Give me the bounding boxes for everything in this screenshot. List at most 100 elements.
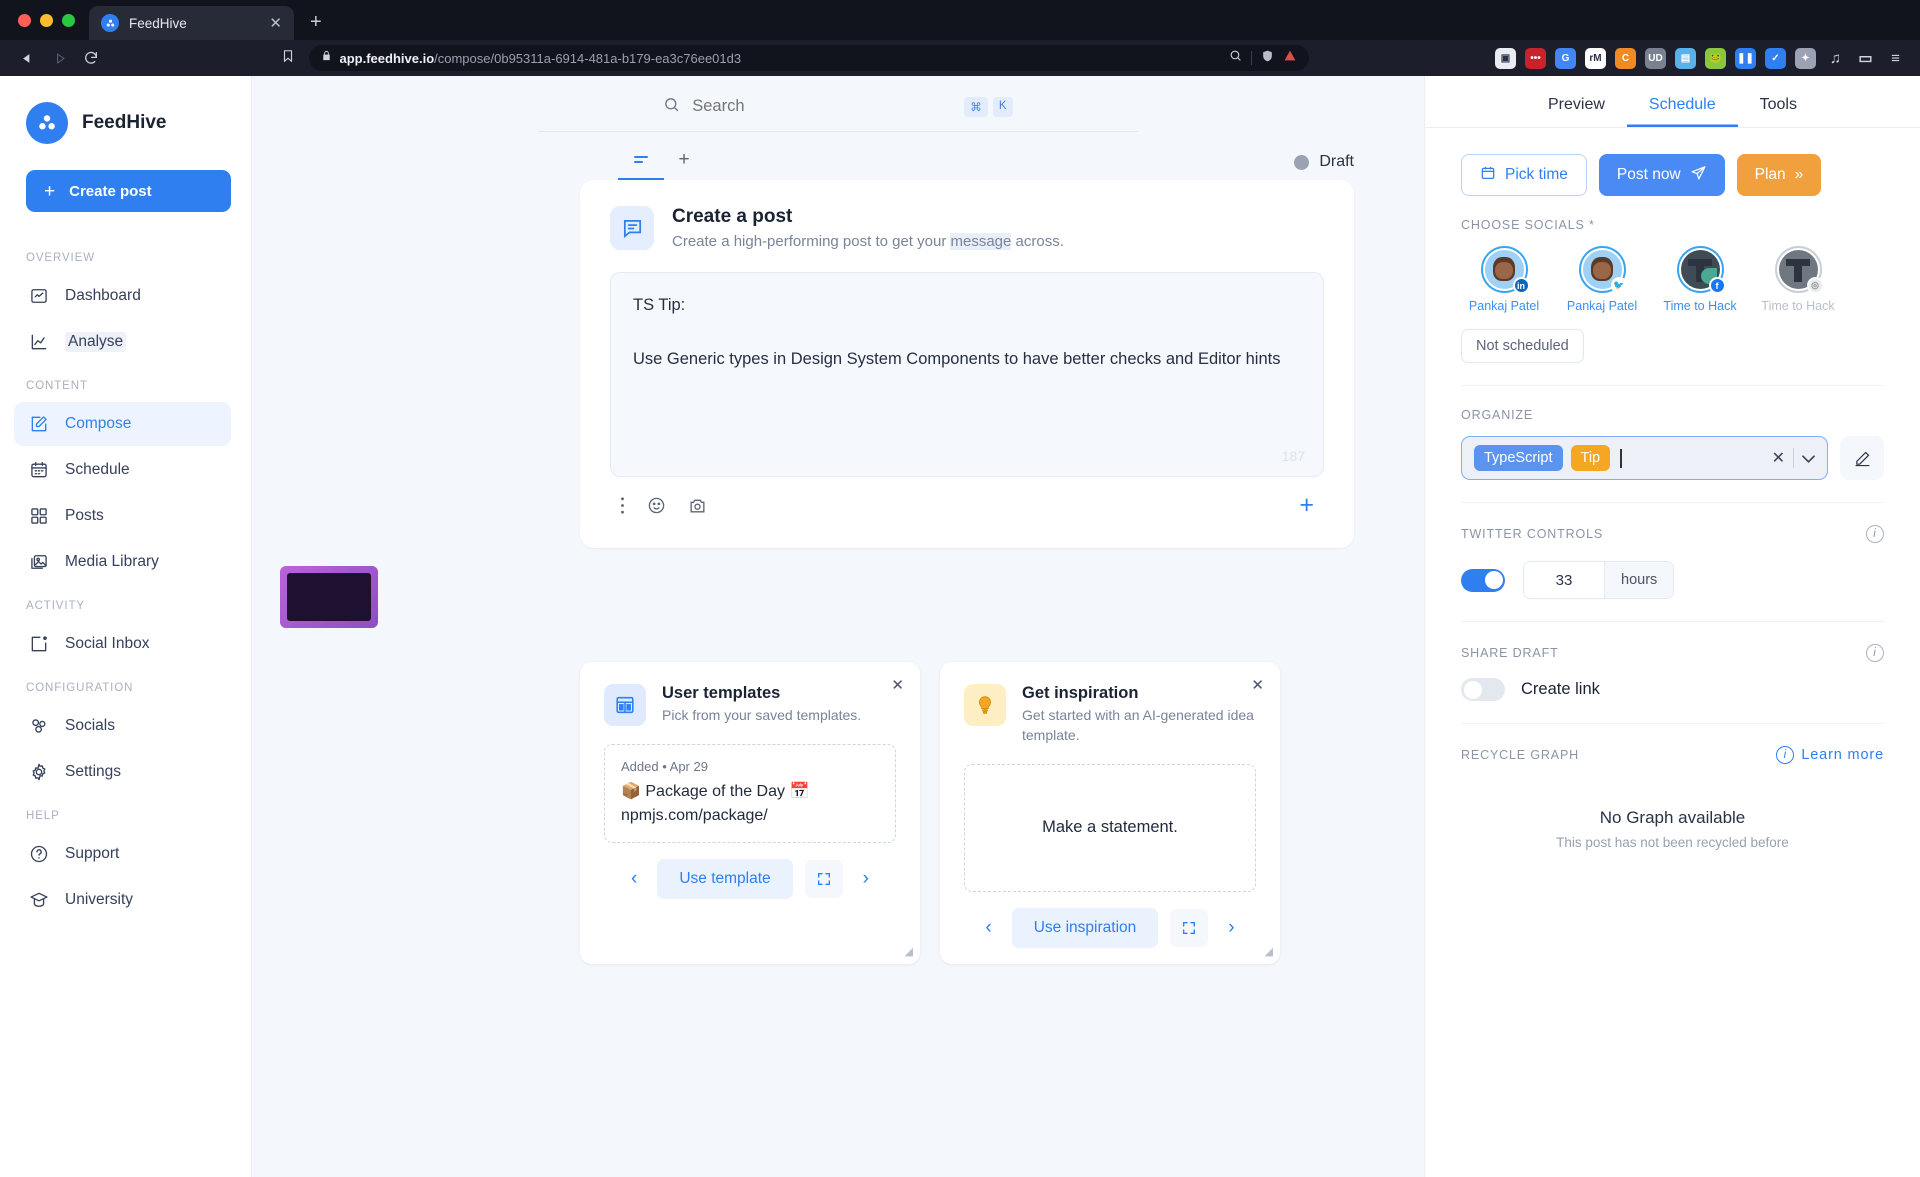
inspiration-preview[interactable]: Make a statement. bbox=[964, 763, 1256, 892]
use-inspiration-button[interactable]: Use inspiration bbox=[1011, 907, 1159, 948]
template-preview[interactable]: Added • Apr 29 📦 Package of the Day 📅 np… bbox=[604, 744, 896, 843]
editor-line-1: TS Tip: bbox=[633, 296, 686, 314]
sidebar-item-university[interactable]: University bbox=[14, 878, 231, 922]
puzzle-extensions-icon[interactable]: ✦ bbox=[1795, 47, 1816, 69]
c-extension-icon[interactable]: C bbox=[1615, 47, 1636, 69]
expand-icon[interactable] bbox=[1170, 908, 1209, 947]
panel-body: Pick time Post now Plan » CHOOSE SOCIALS… bbox=[1425, 128, 1920, 876]
sidebar-item-socials[interactable]: Socials bbox=[14, 704, 231, 748]
frog-extension-icon[interactable]: 🐸 bbox=[1705, 47, 1726, 69]
minimize-window-button[interactable] bbox=[40, 13, 53, 27]
tags-input[interactable]: TypeScript Tip ✕ bbox=[1461, 436, 1828, 480]
hours-input[interactable] bbox=[1524, 562, 1604, 598]
learn-more-link[interactable]: i Learn more bbox=[1776, 746, 1884, 764]
bookmark-icon[interactable] bbox=[281, 48, 295, 69]
prev-template-icon[interactable]: ‹ bbox=[623, 864, 645, 894]
get-inspiration-card: ✕ Get inspiration Get started with an AI… bbox=[940, 662, 1280, 964]
info-icon[interactable]: i bbox=[1866, 525, 1884, 543]
menu-icon[interactable]: ≡ bbox=[1885, 48, 1906, 69]
address-bar[interactable]: app.feedhive.io/compose/0b95311a-6914-48… bbox=[308, 45, 1309, 71]
next-inspiration-icon[interactable]: › bbox=[1220, 913, 1242, 943]
not-scheduled-badge[interactable]: Not scheduled bbox=[1461, 329, 1584, 363]
window-traffic-lights[interactable] bbox=[14, 0, 89, 40]
sidebar-item-social-inbox[interactable]: Social Inbox bbox=[14, 622, 231, 666]
image-icon[interactable] bbox=[688, 496, 707, 515]
sidebar-item-support[interactable]: Support bbox=[14, 832, 231, 876]
add-post-tab-button[interactable]: + bbox=[664, 140, 704, 180]
social-account-twitter[interactable]: 🐦 Pankaj Patel bbox=[1559, 246, 1645, 313]
search-input[interactable] bbox=[692, 97, 893, 116]
pause-extension-icon[interactable]: ❚❚ bbox=[1735, 47, 1756, 69]
prev-inspiration-icon[interactable]: ‹ bbox=[977, 913, 999, 943]
maximize-window-button[interactable] bbox=[62, 13, 75, 27]
warning-icon[interactable] bbox=[1283, 49, 1297, 67]
social-account-facebook[interactable]: f Time to Hack bbox=[1657, 246, 1743, 313]
close-icon[interactable]: ✕ bbox=[269, 16, 282, 31]
social-account-instagram[interactable]: ◎ Time to Hack bbox=[1755, 246, 1841, 313]
card-title: Get inspiration bbox=[1022, 684, 1139, 702]
emoji-icon[interactable] bbox=[647, 496, 666, 515]
use-template-button[interactable]: Use template bbox=[657, 859, 793, 899]
pick-time-button[interactable]: Pick time bbox=[1461, 154, 1587, 196]
shield-icon[interactable] bbox=[1261, 49, 1274, 68]
sidebar-item-posts[interactable]: Posts bbox=[14, 494, 231, 538]
playlist-icon[interactable]: ♫ bbox=[1825, 48, 1846, 69]
create-post-button[interactable]: + Create post bbox=[26, 170, 231, 212]
sidebar-item-media-library[interactable]: Media Library bbox=[14, 540, 231, 584]
global-search[interactable]: ⌘ K bbox=[538, 82, 1138, 132]
picture-in-picture-icon[interactable]: ▣ bbox=[1495, 47, 1516, 69]
google-translate-icon[interactable]: G bbox=[1555, 47, 1576, 69]
chevron-down-icon[interactable] bbox=[1802, 451, 1815, 466]
close-window-button[interactable] bbox=[18, 13, 31, 27]
resize-handle[interactable]: ◢ bbox=[1265, 945, 1273, 958]
kbd-k: K bbox=[992, 96, 1013, 117]
nav-group-title: CONTENT bbox=[26, 380, 88, 392]
next-template-icon[interactable]: › bbox=[855, 864, 877, 894]
tab-schedule[interactable]: Schedule bbox=[1627, 86, 1738, 127]
reload-icon[interactable] bbox=[78, 45, 104, 71]
expand-icon[interactable] bbox=[804, 860, 843, 898]
sidebar-item-schedule[interactable]: Schedule bbox=[14, 448, 231, 492]
browser-tab[interactable]: FeedHive ✕ bbox=[89, 6, 294, 40]
forward-icon[interactable] bbox=[46, 45, 72, 71]
tab-tools[interactable]: Tools bbox=[1738, 86, 1819, 127]
back-icon[interactable] bbox=[14, 45, 40, 71]
notes-extension-icon[interactable]: ••• bbox=[1525, 47, 1546, 69]
wallet-icon[interactable]: ▭ bbox=[1855, 48, 1876, 69]
dashboard-icon bbox=[28, 286, 49, 307]
pocket-extension-icon[interactable]: ▤ bbox=[1675, 47, 1696, 69]
info-icon[interactable]: i bbox=[1866, 644, 1884, 662]
post-editor[interactable]: TS Tip: Use Generic types in Design Syst… bbox=[610, 272, 1324, 477]
ublock-origin-icon[interactable]: UD bbox=[1645, 47, 1666, 69]
social-account-name: Pankaj Patel bbox=[1566, 299, 1638, 313]
sidebar-item-settings[interactable]: Settings bbox=[14, 750, 231, 794]
close-icon[interactable]: ✕ bbox=[891, 676, 904, 694]
resize-handle[interactable]: ◢ bbox=[905, 945, 913, 958]
tag-chip[interactable]: TypeScript bbox=[1474, 445, 1563, 471]
close-icon[interactable]: ✕ bbox=[1251, 676, 1264, 694]
create-link-toggle[interactable] bbox=[1461, 678, 1505, 701]
check-extension-icon[interactable]: ✓ bbox=[1765, 47, 1786, 69]
clear-tags-icon[interactable]: ✕ bbox=[1772, 448, 1785, 468]
plan-button[interactable]: Plan » bbox=[1736, 154, 1822, 196]
tab-preview[interactable]: Preview bbox=[1526, 86, 1627, 127]
post-now-button[interactable]: Post now bbox=[1598, 154, 1725, 196]
zoom-icon[interactable] bbox=[1229, 49, 1242, 67]
new-tab-button[interactable]: + bbox=[310, 11, 322, 34]
twitter-controls-toggle[interactable] bbox=[1461, 568, 1505, 592]
sidebar-item-dashboard[interactable]: Dashboard bbox=[14, 274, 231, 318]
add-post-block-button[interactable]: + bbox=[1299, 493, 1314, 518]
edit-tags-icon[interactable] bbox=[1840, 436, 1884, 480]
attached-media-thumbnail[interactable] bbox=[280, 566, 378, 628]
social-account-linkedin[interactable]: in Pankaj Patel bbox=[1461, 246, 1547, 313]
avatar: 🐦 bbox=[1578, 246, 1628, 294]
post-lines-icon bbox=[634, 155, 648, 163]
sidebar-item-analyse[interactable]: Analyse bbox=[14, 320, 231, 364]
lightbulb-icon bbox=[964, 684, 1006, 726]
tag-chip[interactable]: Tip bbox=[1570, 445, 1611, 471]
more-options-icon[interactable] bbox=[620, 496, 625, 515]
brand[interactable]: FeedHive bbox=[0, 102, 251, 170]
tab-post-1[interactable] bbox=[618, 140, 664, 180]
sidebar-item-compose[interactable]: Compose bbox=[14, 402, 231, 446]
rm-extension-icon[interactable]: rM bbox=[1585, 47, 1606, 69]
